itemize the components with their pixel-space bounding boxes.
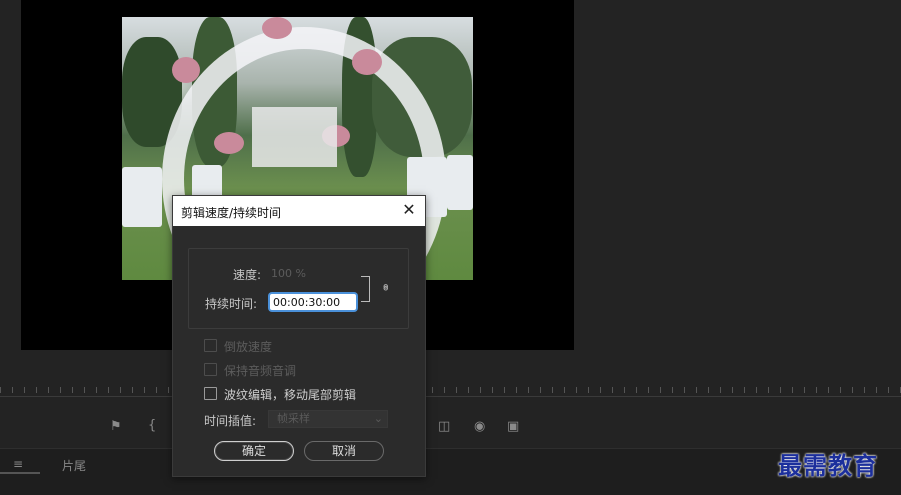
maintain-pitch-label: 保持音频音调 xyxy=(224,364,297,378)
watermark-logo: 最需教育 xyxy=(778,451,878,480)
duration-label: 持续时间: xyxy=(205,297,258,311)
checkbox-box[interactable] xyxy=(204,363,217,376)
tab-ending[interactable]: 片尾 xyxy=(62,457,86,474)
compare-view-icon[interactable]: ◫ xyxy=(438,419,450,434)
active-tab-indicator xyxy=(0,472,40,474)
ruler-divider xyxy=(0,396,901,397)
menu-icon[interactable]: ≡ xyxy=(13,457,23,471)
duration-field[interactable] xyxy=(269,293,357,311)
time-ruler[interactable] xyxy=(0,379,901,401)
chevron-down-icon: ⌄ xyxy=(373,412,383,425)
interp-value: 帧采样 xyxy=(277,412,310,425)
cancel-button[interactable]: 取消 xyxy=(304,441,384,461)
checkbox-box[interactable] xyxy=(204,339,217,352)
timeline-panel-header: ≡ 片尾 xyxy=(0,448,901,495)
camera-icon[interactable]: ◉ xyxy=(474,419,485,434)
time-interpolation-select[interactable]: 帧采样 ⌄ xyxy=(268,410,388,428)
close-icon[interactable]: ✕ xyxy=(400,201,418,219)
chain-link-icon[interactable]: ⚭ xyxy=(377,282,392,293)
link-bracket xyxy=(361,276,370,302)
reverse-speed-label: 倒放速度 xyxy=(224,340,273,354)
mark-in-icon[interactable]: { xyxy=(148,418,156,433)
dialog-title-bar[interactable]: 剪辑速度/持续时间 ✕ xyxy=(173,196,425,226)
ok-button[interactable]: 确定 xyxy=(214,441,294,461)
marker-icon[interactable]: ⚑ xyxy=(110,419,122,434)
speed-duration-group: 速度: 100 % 持续时间: ⚭ xyxy=(188,248,409,329)
checkbox-box[interactable] xyxy=(204,387,217,400)
clip-speed-duration-dialog: 剪辑速度/持续时间 ✕ 速度: 100 % 持续时间: ⚭ 倒放速度 保持音频音… xyxy=(172,195,426,477)
speed-label: 速度: xyxy=(233,268,262,282)
dialog-title: 剪辑速度/持续时间 xyxy=(181,206,282,220)
time-interpolation-label: 时间插值: xyxy=(204,414,257,428)
speed-value[interactable]: 100 % xyxy=(271,267,306,280)
multicam-icon[interactable]: ▣ xyxy=(507,419,519,434)
ripple-edit-label: 波纹编辑，移动尾部剪辑 xyxy=(224,388,357,402)
